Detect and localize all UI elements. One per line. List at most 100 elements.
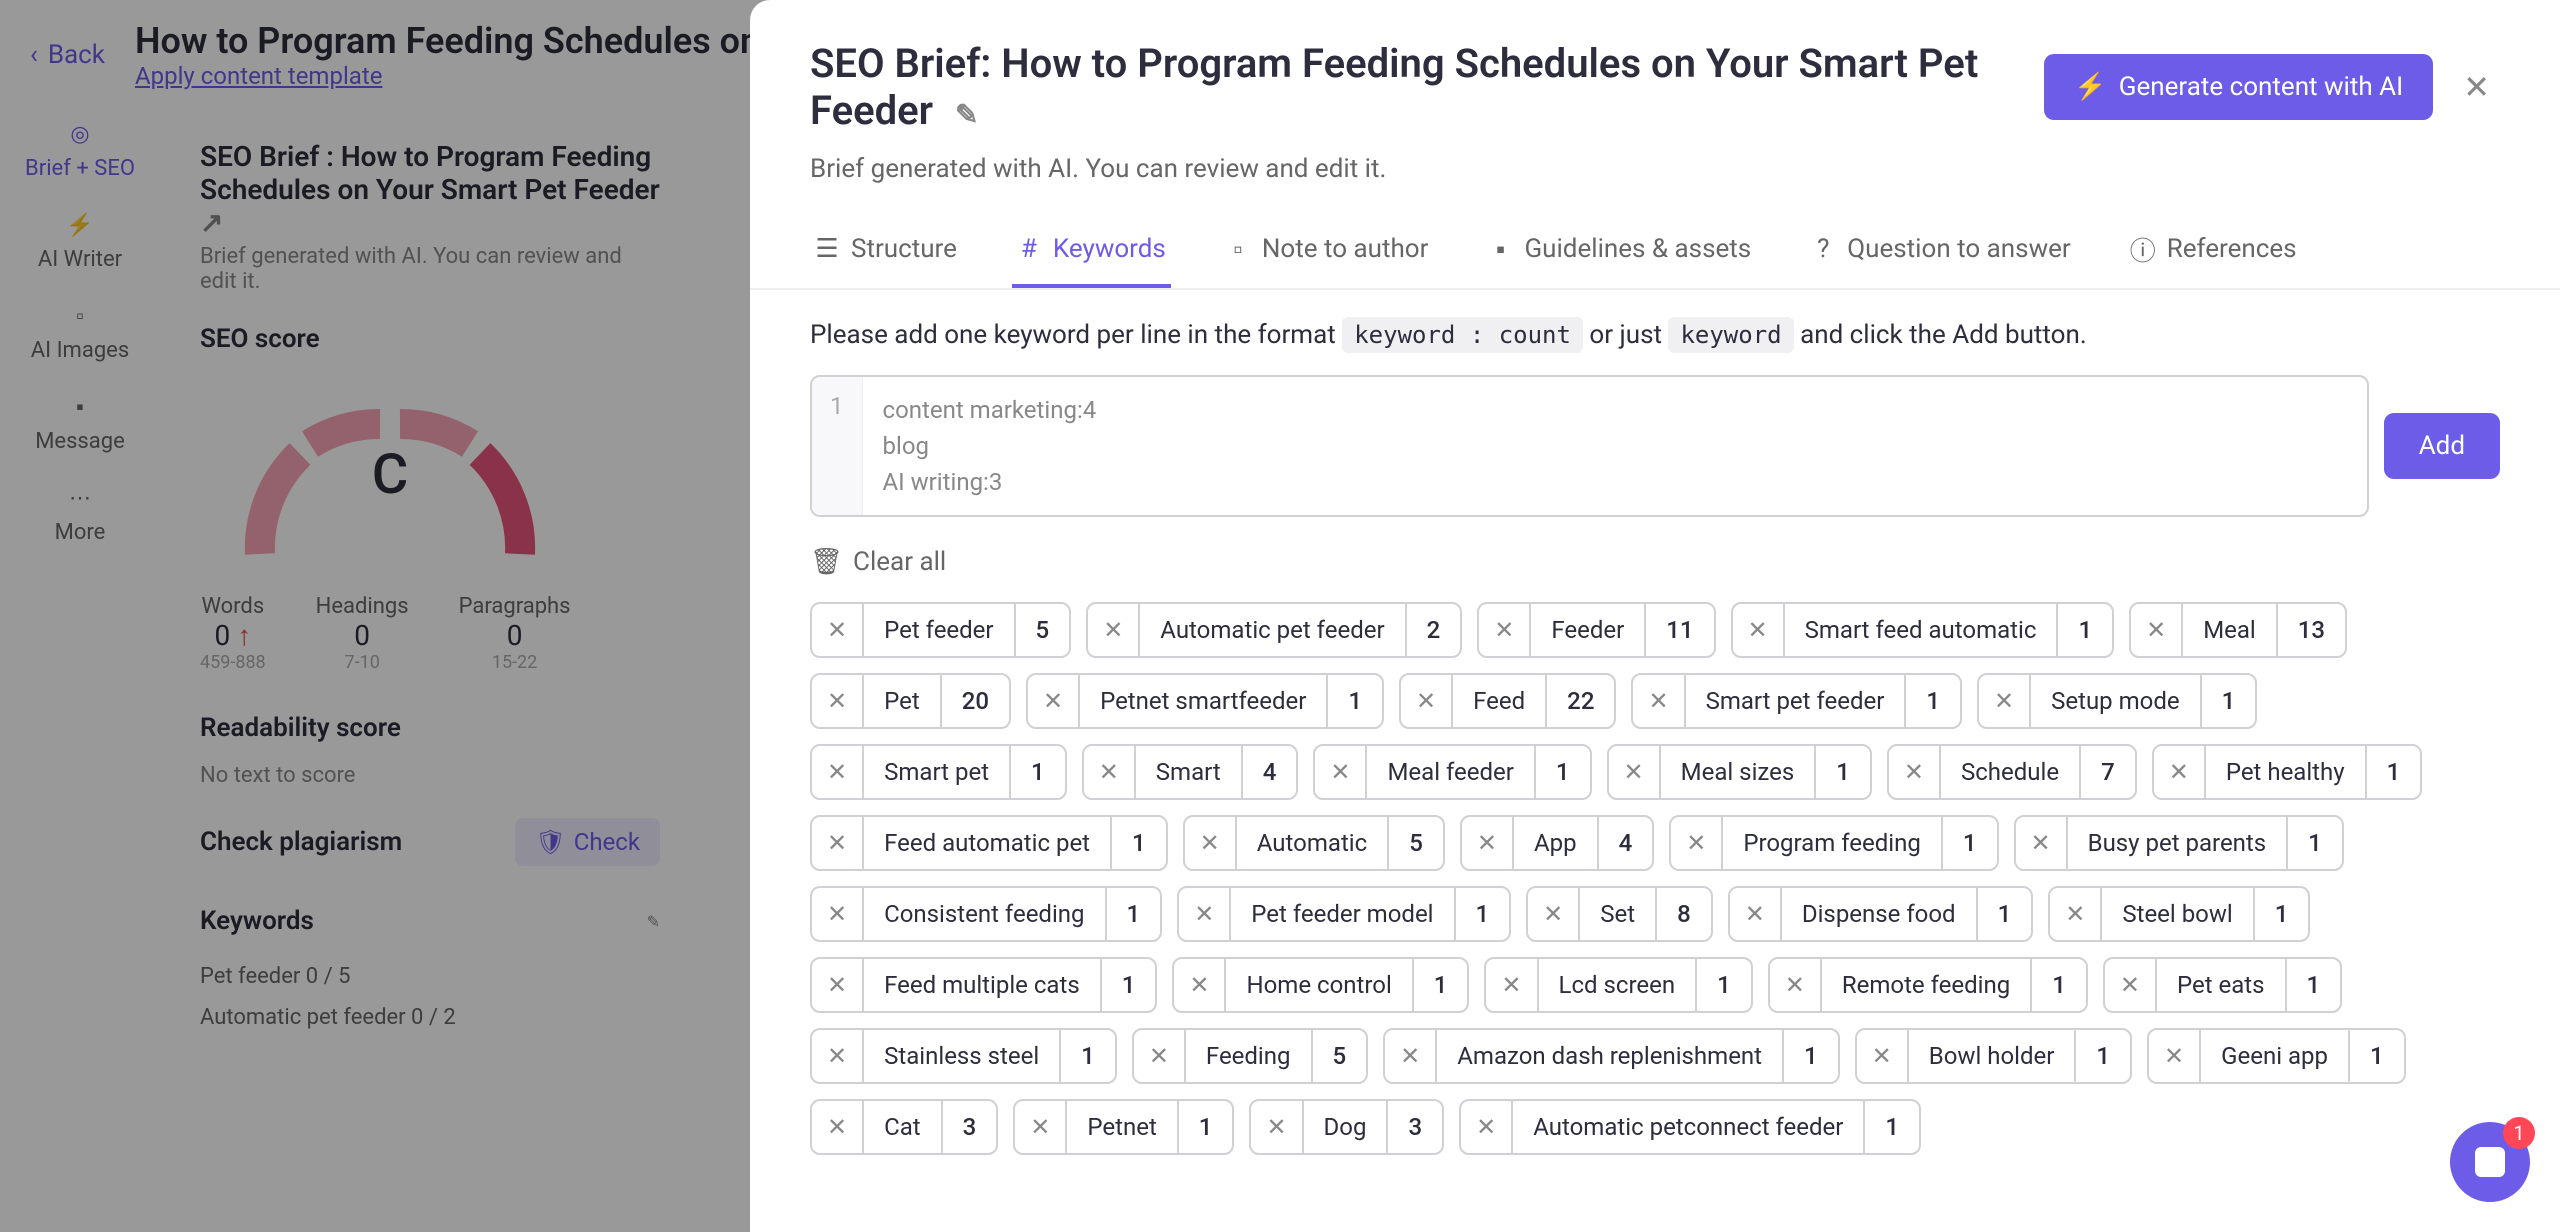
add-button[interactable]: Add	[2384, 413, 2500, 479]
remove-keyword-icon[interactable]: ✕	[1609, 746, 1661, 798]
keyword-count[interactable]: 3	[943, 1101, 997, 1153]
keyword-label[interactable]: Geeni app	[2201, 1030, 2350, 1082]
remove-keyword-icon[interactable]: ✕	[1174, 959, 1226, 1011]
remove-keyword-icon[interactable]: ✕	[2131, 604, 2183, 656]
clear-all-button[interactable]: 🗑 Clear all	[810, 547, 2500, 577]
keyword-count[interactable]: 1	[1011, 746, 1065, 798]
keyword-count[interactable]: 1	[1865, 1101, 1919, 1153]
keyword-label[interactable]: Busy pet parents	[2068, 817, 2289, 869]
remove-keyword-icon[interactable]: ✕	[1528, 888, 1580, 940]
remove-keyword-icon[interactable]: ✕	[812, 959, 864, 1011]
keyword-label[interactable]: Cat	[864, 1101, 943, 1153]
remove-keyword-icon[interactable]: ✕	[1028, 675, 1080, 727]
remove-keyword-icon[interactable]: ✕	[2050, 888, 2102, 940]
keyword-label[interactable]: Pet	[864, 675, 942, 727]
remove-keyword-icon[interactable]: ✕	[1889, 746, 1941, 798]
remove-keyword-icon[interactable]: ✕	[1857, 1030, 1909, 1082]
remove-keyword-icon[interactable]: ✕	[812, 746, 864, 798]
keyword-label[interactable]: Amazon dash replenishment	[1437, 1030, 1784, 1082]
keyword-label[interactable]: Schedule	[1941, 746, 2081, 798]
keyword-count[interactable]: 22	[1547, 675, 1614, 727]
keyword-count[interactable]: 1	[1102, 959, 1156, 1011]
remove-keyword-icon[interactable]: ✕	[1770, 959, 1822, 1011]
keyword-count[interactable]: 1	[1906, 675, 1960, 727]
remove-keyword-icon[interactable]: ✕	[1979, 675, 2031, 727]
tab-structure[interactable]: ☰ Structure	[810, 214, 962, 288]
keyword-label[interactable]: Pet feeder model	[1231, 888, 1455, 940]
keyword-count[interactable]: 1	[1414, 959, 1468, 1011]
keyword-label[interactable]: Meal sizes	[1661, 746, 1817, 798]
remove-keyword-icon[interactable]: ✕	[1385, 1030, 1437, 1082]
keyword-label[interactable]: Pet feeder	[864, 604, 1015, 656]
keyword-count[interactable]: 5	[1313, 1030, 1367, 1082]
keyword-label[interactable]: Feeding	[1186, 1030, 1313, 1082]
keyword-count[interactable]: 1	[2032, 959, 2086, 1011]
remove-keyword-icon[interactable]: ✕	[1486, 959, 1538, 1011]
keyword-label[interactable]: Feed automatic pet	[864, 817, 1112, 869]
keyword-label[interactable]: Dog	[1304, 1101, 1389, 1153]
keyword-label[interactable]: Bowl holder	[1909, 1030, 2077, 1082]
remove-keyword-icon[interactable]: ✕	[1733, 604, 1785, 656]
keyword-label[interactable]: Automatic	[1237, 817, 1389, 869]
keyword-count[interactable]: 1	[2058, 604, 2112, 656]
keyword-label[interactable]: Automatic petconnect feeder	[1513, 1101, 1865, 1153]
keyword-label[interactable]: Meal	[2183, 604, 2278, 656]
keyword-label[interactable]: Meal feeder	[1367, 746, 1535, 798]
keyword-label[interactable]: Set	[1580, 888, 1657, 940]
remove-keyword-icon[interactable]: ✕	[1633, 675, 1685, 727]
tab-note[interactable]: ▫ Note to author	[1221, 214, 1434, 288]
edit-title-icon[interactable]: ✎	[955, 98, 978, 131]
keyword-count[interactable]: 1	[1816, 746, 1870, 798]
keyword-count[interactable]: 20	[942, 675, 1009, 727]
keyword-count[interactable]: 1	[2288, 817, 2342, 869]
remove-keyword-icon[interactable]: ✕	[812, 675, 864, 727]
generate-content-button[interactable]: ⚡ Generate content with AI	[2044, 54, 2433, 120]
tab-question[interactable]: ? Question to answer	[1806, 214, 2075, 288]
keyword-count[interactable]: 1	[1107, 888, 1161, 940]
keyword-label[interactable]: Pet eats	[2157, 959, 2287, 1011]
remove-keyword-icon[interactable]: ✕	[1461, 1101, 1513, 1153]
keyword-label[interactable]: Stainless steel	[864, 1030, 1061, 1082]
remove-keyword-icon[interactable]: ✕	[1315, 746, 1367, 798]
keyword-count[interactable]: 1	[2350, 1030, 2404, 1082]
keyword-label[interactable]: Pet healthy	[2206, 746, 2367, 798]
keyword-count[interactable]: 13	[2278, 604, 2345, 656]
keyword-count[interactable]: 1	[1978, 888, 2032, 940]
remove-keyword-icon[interactable]: ✕	[812, 1101, 864, 1153]
keyword-label[interactable]: Automatic pet feeder	[1140, 604, 1406, 656]
keyword-count[interactable]: 8	[1657, 888, 1711, 940]
keyword-label[interactable]: Smart pet feeder	[1686, 675, 1907, 727]
keyword-label[interactable]: Petnet smartfeeder	[1080, 675, 1328, 727]
remove-keyword-icon[interactable]: ✕	[812, 604, 864, 656]
remove-keyword-icon[interactable]: ✕	[812, 817, 864, 869]
keyword-label[interactable]: Petnet	[1067, 1101, 1178, 1153]
keyword-label[interactable]: Feed	[1453, 675, 1547, 727]
keyword-count[interactable]: 4	[1243, 746, 1297, 798]
intercom-button[interactable]: 1	[2450, 1122, 2530, 1202]
keyword-count[interactable]: 1	[1456, 888, 1510, 940]
keyword-count[interactable]: 1	[1697, 959, 1751, 1011]
tab-references[interactable]: ⓘ References	[2126, 214, 2302, 288]
remove-keyword-icon[interactable]: ✕	[2016, 817, 2068, 869]
remove-keyword-icon[interactable]: ✕	[1401, 675, 1453, 727]
remove-keyword-icon[interactable]: ✕	[1462, 817, 1514, 869]
remove-keyword-icon[interactable]: ✕	[1185, 817, 1237, 869]
keyword-label[interactable]: Steel bowl	[2102, 888, 2254, 940]
remove-keyword-icon[interactable]: ✕	[1730, 888, 1782, 940]
keyword-count[interactable]: 1	[2367, 746, 2421, 798]
remove-keyword-icon[interactable]: ✕	[812, 888, 864, 940]
keyword-label[interactable]: Feeder	[1531, 604, 1646, 656]
keyword-count[interactable]: 1	[1328, 675, 1382, 727]
remove-keyword-icon[interactable]: ✕	[2154, 746, 2206, 798]
keyword-count[interactable]: 1	[1112, 817, 1166, 869]
keyword-count[interactable]: 5	[1389, 817, 1443, 869]
keyword-label[interactable]: Lcd screen	[1539, 959, 1698, 1011]
keyword-label[interactable]: App	[1514, 817, 1599, 869]
keyword-count[interactable]: 11	[1646, 604, 1713, 656]
keyword-label[interactable]: Feed multiple cats	[864, 959, 1102, 1011]
keyword-count[interactable]: 2	[1407, 604, 1461, 656]
keyword-label[interactable]: Dispense food	[1782, 888, 1978, 940]
keyword-label[interactable]: Program feeding	[1723, 817, 1943, 869]
keyword-label[interactable]: Remote feeding	[1822, 959, 2032, 1011]
remove-keyword-icon[interactable]: ✕	[1671, 817, 1723, 869]
